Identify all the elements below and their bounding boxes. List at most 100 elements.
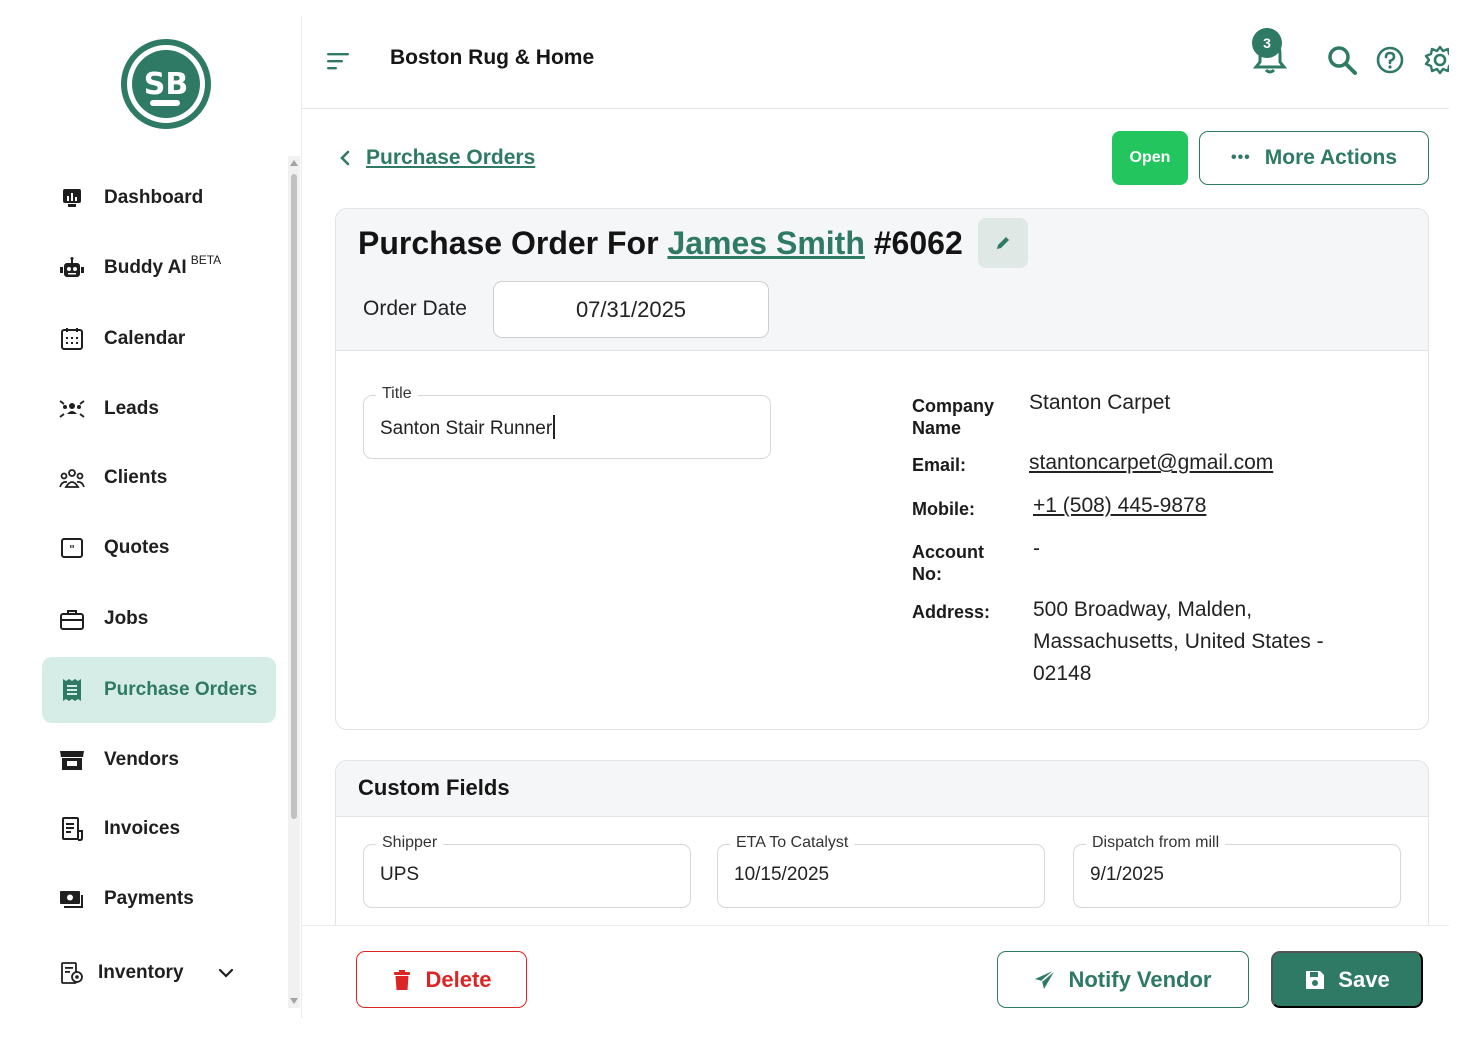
notification-badge: 3	[1252, 28, 1282, 58]
delete-button[interactable]: Delete	[356, 951, 527, 1008]
svg-text:SB: SB	[144, 67, 188, 102]
top-header: Boston Rug & Home 3	[302, 16, 1449, 109]
page-title: Purchase Order For James Smith #6062	[358, 225, 963, 262]
breadcrumb-back[interactable]: Purchase Orders	[338, 146, 535, 170]
app-title: Boston Rug & Home	[390, 46, 595, 69]
store-icon	[58, 746, 86, 774]
floppy-disk-icon	[1306, 970, 1325, 989]
more-actions-label: More Actions	[1264, 146, 1398, 169]
chevron-left-icon	[338, 149, 352, 167]
robot-icon	[58, 254, 86, 282]
email-label: Email:	[912, 455, 967, 475]
eta-field[interactable]: ETA To Catalyst 10/15/2025	[717, 834, 1045, 908]
scrollbar-thumb[interactable]	[291, 174, 297, 819]
sidebar-item-calendar[interactable]: Calendar	[42, 306, 276, 372]
purchase-order-header: Purchase Order For James Smith #6062 Ord…	[336, 209, 1428, 351]
sidebar-item-label: Calendar	[104, 328, 186, 349]
briefcase-icon	[58, 605, 86, 633]
title-input[interactable]: Santon Stair Runner	[380, 415, 555, 440]
purchase-order-card: Purchase Order For James Smith #6062 Ord…	[335, 208, 1429, 730]
logo[interactable]: SB	[120, 38, 212, 130]
email-link[interactable]: stantoncarpet@gmail.com	[1029, 447, 1273, 479]
more-actions-button[interactable]: ••• More Actions	[1199, 131, 1429, 185]
dispatch-field[interactable]: Dispatch from mill 9/1/2025	[1073, 834, 1401, 908]
clients-icon	[58, 464, 86, 492]
menu-icon[interactable]	[326, 50, 352, 72]
scroll-up-arrow[interactable]	[290, 160, 298, 166]
sidebar-item-label: Quotes	[104, 537, 170, 558]
sidebar-item-label: Vendors	[104, 749, 179, 770]
sidebar-item-label: Dashboard	[104, 187, 204, 208]
main-content: Purchase Orders Open ••• More Actions Pu…	[302, 110, 1449, 960]
account-no-value: -	[1033, 537, 1040, 560]
sidebar-item-label: Payments	[104, 888, 194, 909]
gear-icon[interactable]	[1424, 44, 1449, 76]
chevron-down-icon[interactable]	[218, 968, 234, 978]
sidebar-item-label: Clients	[104, 467, 168, 488]
mobile-link[interactable]: +1 (508) 445-9878	[1033, 490, 1206, 522]
back-link-purchase-orders[interactable]: Purchase Orders	[366, 146, 535, 170]
title-field[interactable]: Title Santon Stair Runner	[363, 385, 771, 459]
pencil-icon	[997, 237, 1009, 249]
invoice-icon	[58, 815, 86, 843]
payments-icon	[58, 885, 86, 913]
dashboard-icon	[58, 184, 86, 212]
edit-button[interactable]	[978, 218, 1028, 268]
search-icon[interactable]	[1326, 44, 1358, 76]
title-prefix: Purchase Order For	[358, 225, 659, 261]
title-field-label: Title	[376, 385, 418, 403]
sidebar-item-invoices[interactable]: Invoices	[42, 796, 276, 862]
customer-link[interactable]: James Smith	[667, 225, 864, 261]
eta-label: ETA To Catalyst	[730, 834, 855, 852]
delete-label: Delete	[425, 966, 492, 992]
leads-icon	[58, 395, 86, 423]
sidebar-item-buddy-ai[interactable]: Buddy AI BETA	[42, 235, 276, 301]
save-label: Save	[1338, 966, 1390, 992]
sidebar-item-quotes[interactable]: " Quotes	[42, 515, 276, 581]
save-button[interactable]: Save	[1271, 951, 1423, 1008]
svg-text:": "	[69, 543, 75, 556]
calendar-icon	[58, 325, 86, 353]
mobile-label: Mobile:	[912, 499, 975, 519]
sidebar-item-purchase-orders[interactable]: Purchase Orders	[42, 657, 276, 723]
sidebar-item-dashboard[interactable]: Dashboard	[42, 165, 276, 231]
po-number: #6062	[873, 225, 963, 261]
trash-icon	[394, 969, 411, 990]
sidebar-item-label: Purchase Orders	[104, 679, 258, 700]
address-line-3: 02148	[1033, 662, 1092, 685]
sidebar-item-payments[interactable]: Payments	[42, 866, 276, 932]
sidebar: SB Dashboard Buddy AI BETA Calendar Lead…	[34, 16, 302, 1018]
app-window: SB Dashboard Buddy AI BETA Calendar Lead…	[34, 16, 1449, 1018]
title-input-value: Santon Stair Runner	[380, 418, 553, 439]
custom-fields-title: Custom Fields	[358, 775, 510, 800]
custom-fields-header: Custom Fields	[336, 761, 1428, 817]
sidebar-item-jobs[interactable]: Jobs	[42, 586, 276, 652]
sidebar-item-label: Jobs	[104, 608, 149, 629]
eta-input[interactable]: 10/15/2025	[734, 864, 829, 886]
sidebar-item-leads[interactable]: Leads	[42, 376, 276, 442]
sidebar-item-inventory[interactable]: Inventory	[42, 940, 276, 1006]
quotes-icon: "	[58, 534, 86, 562]
order-date-input[interactable]: 07/31/2025	[493, 281, 769, 338]
order-date-label: Order Date	[363, 297, 467, 320]
help-icon[interactable]	[1374, 44, 1406, 76]
scroll-down-arrow[interactable]	[290, 998, 298, 1004]
address-line-2: Massachusetts, United States -	[1033, 630, 1324, 653]
shipper-field[interactable]: Shipper UPS	[363, 834, 691, 908]
sidebar-item-label: Leads	[104, 398, 159, 419]
address-line-1: 500 Broadway, Malden,	[1033, 598, 1253, 621]
dispatch-input[interactable]: 9/1/2025	[1090, 864, 1164, 886]
dispatch-label: Dispatch from mill	[1086, 834, 1226, 852]
sidebar-scrollbar[interactable]	[288, 156, 300, 1008]
sidebar-item-vendors[interactable]: Vendors	[42, 727, 276, 793]
status-button-open[interactable]: Open	[1112, 131, 1188, 185]
company-name-value: Stanton Carpet	[1029, 391, 1171, 414]
action-footer: Delete Notify Vendor Save	[302, 925, 1449, 1018]
send-icon	[1035, 968, 1057, 989]
sidebar-item-clients[interactable]: Clients	[42, 445, 276, 511]
sidebar-item-label: Inventory	[98, 962, 184, 983]
notify-vendor-button[interactable]: Notify Vendor	[997, 951, 1249, 1008]
sidebar-item-label: Buddy AI	[104, 257, 187, 278]
notify-vendor-label: Notify Vendor	[1068, 966, 1212, 992]
shipper-input[interactable]: UPS	[380, 864, 419, 886]
